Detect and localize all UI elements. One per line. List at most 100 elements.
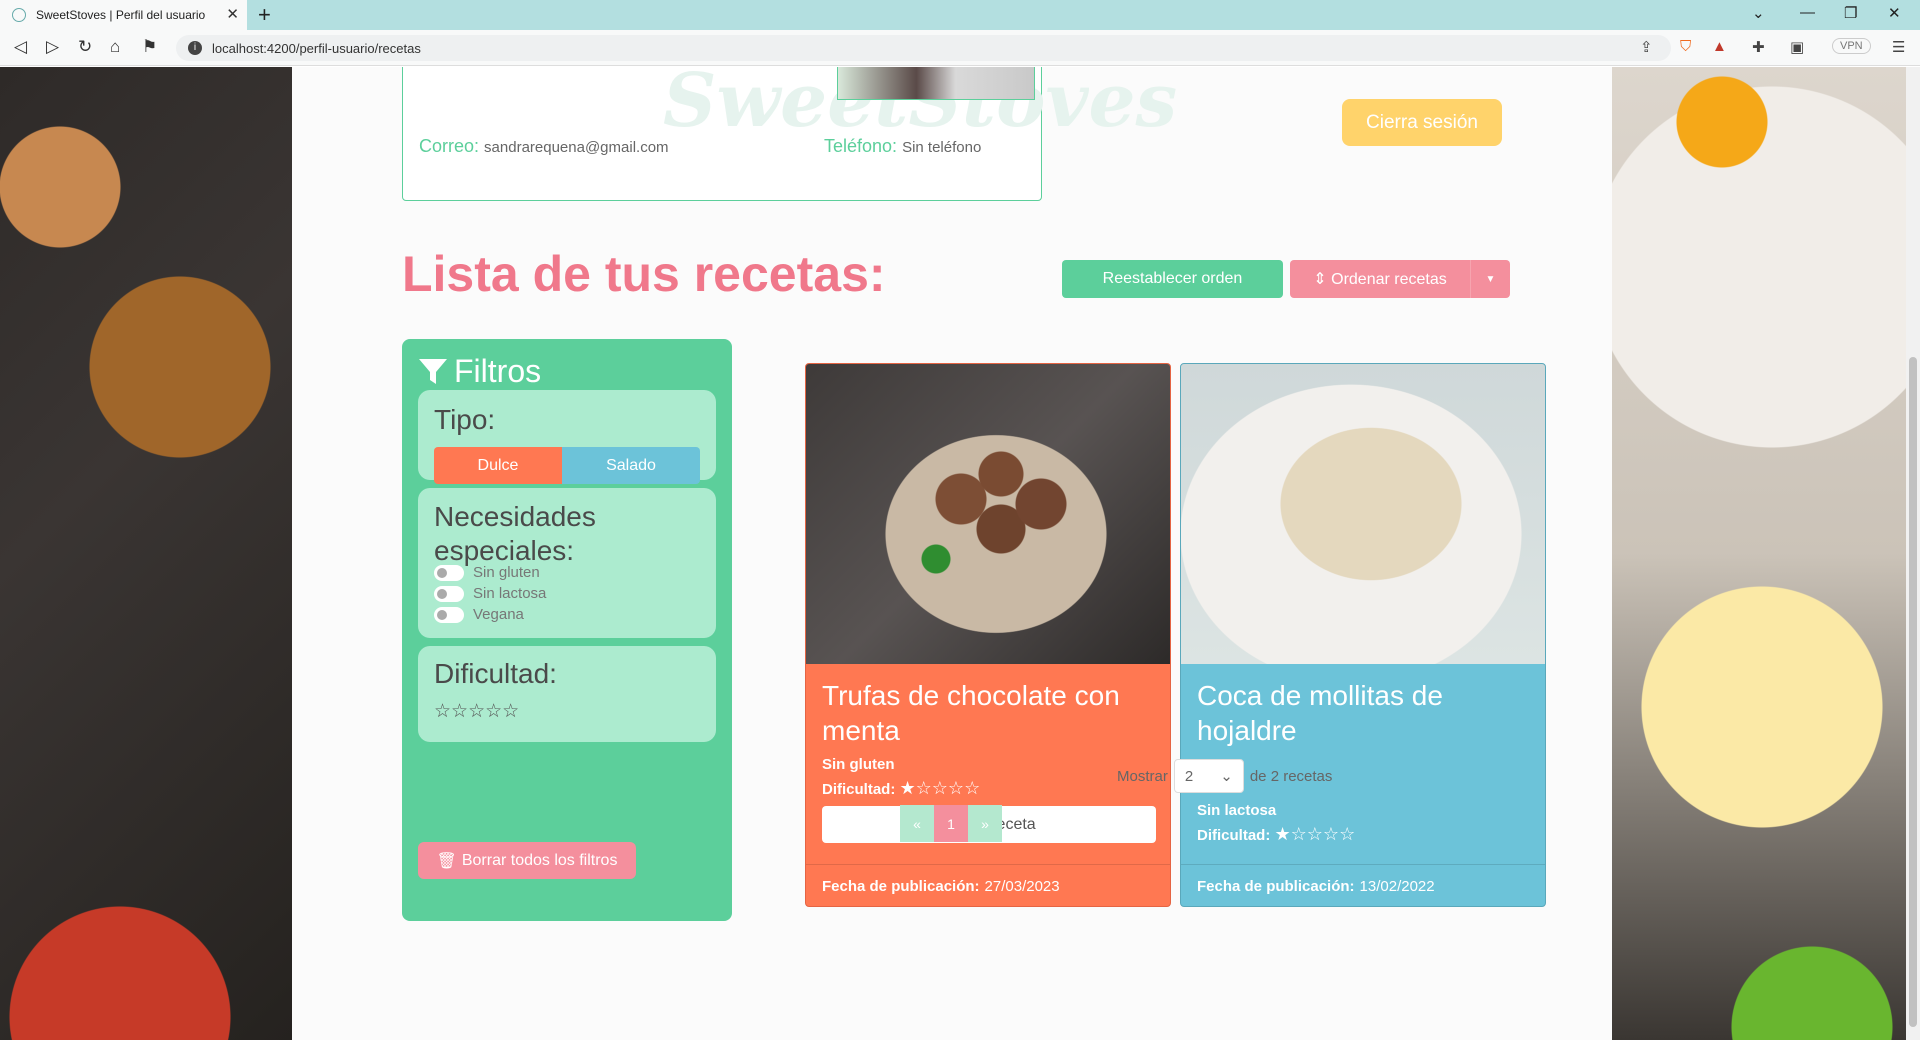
background-ingredients-right: [1612, 67, 1906, 1040]
wallet-icon[interactable]: ▣: [1790, 38, 1804, 56]
caret-down-icon[interactable]: ▼: [1471, 274, 1510, 285]
order-recipes-dropdown[interactable]: ⇕ Ordenar recetas ▼: [1290, 260, 1510, 298]
type-toggle-group: Dulce Salado: [434, 447, 700, 484]
tab-list-chevron-icon[interactable]: ⌄: [1752, 4, 1765, 22]
total-label: de 2 recetas: [1249, 767, 1333, 785]
brave-shield-icon[interactable]: ⛉: [1680, 38, 1691, 55]
difficulty-stars: ★☆☆☆☆: [899, 778, 981, 798]
minimize-icon[interactable]: —: [1800, 4, 1815, 21]
forward-icon[interactable]: ▷: [46, 37, 59, 57]
email-label: Correo:: [419, 136, 480, 156]
profile-card: SweetStoves Correo: sandrarequena@gmail.…: [402, 67, 1177, 201]
email-value: sandrarequena@gmail.com: [484, 139, 669, 156]
toggle-sin-gluten[interactable]: Sin gluten: [434, 564, 540, 581]
switch-icon[interactable]: [434, 564, 464, 581]
phone-label: Teléfono:: [824, 136, 898, 156]
recipe-image: [806, 364, 1170, 664]
date-value: 27/03/2023: [984, 878, 1060, 895]
funnel-icon: [419, 358, 447, 384]
background-ingredients-left: [0, 67, 292, 1040]
recipe-footer: Fecha de publicación: 13/02/2022: [1181, 864, 1545, 906]
home-icon[interactable]: ⌂: [110, 37, 120, 57]
bookmark-icon[interactable]: ⚑: [142, 37, 157, 57]
type-option-salado[interactable]: Salado: [562, 447, 700, 484]
type-label: Tipo:: [434, 404, 496, 435]
page-scrollbar[interactable]: [1906, 67, 1920, 1040]
site-favicon-icon: [12, 8, 26, 22]
recipe-tag: Sin gluten: [822, 756, 895, 773]
brave-rewards-icon[interactable]: ▲: [1712, 38, 1727, 55]
difficulty-label: Dificultad:: [822, 781, 896, 798]
tab-title: SweetStoves | Perfil del usuario: [36, 8, 206, 22]
share-icon[interactable]: ⇪: [1640, 38, 1653, 56]
filters-panel: Filtros Tipo: Dulce Salado Necesidades e…: [402, 339, 732, 921]
show-label: Mostrar: [1117, 767, 1168, 785]
recipe-image: [1181, 364, 1545, 664]
scrollbar-thumb[interactable]: [1909, 357, 1917, 1027]
current-page-button[interactable]: 1: [934, 805, 968, 842]
difficulty-star-rating[interactable]: ☆☆☆☆☆: [434, 700, 519, 723]
needs-filter-box: Necesidades especiales: Sin gluten Sin l…: [418, 488, 716, 638]
recipe-difficulty: Dificultad: ★☆☆☆☆: [822, 776, 980, 802]
toggle-vegana[interactable]: Vegana: [434, 606, 524, 623]
switch-icon[interactable]: [434, 585, 464, 602]
extensions-icon[interactable]: ✚: [1752, 38, 1765, 56]
difficulty-stars: ★☆☆☆☆: [1274, 824, 1356, 844]
clear-filters-label: Borrar todos los filtros: [461, 851, 618, 869]
chevron-down-icon: ⌄: [1220, 768, 1233, 785]
phone-value: Sin teléfono: [902, 139, 982, 156]
url-bar[interactable]: i localhost:4200/perfil-usuario/recetas: [176, 35, 1671, 61]
recipe-footer: Fecha de publicación: 27/03/2023: [806, 864, 1170, 906]
pagination: « 1 »: [900, 805, 1002, 842]
difficulty-label: Dificultad:: [1197, 827, 1271, 844]
filters-heading: Filtros: [418, 353, 541, 390]
browser-tabbar: SweetStoves | Perfil del usuario ✕ + ⌄ —…: [0, 0, 1920, 30]
date-label: Fecha de publicación:: [822, 878, 980, 895]
new-tab-icon[interactable]: +: [258, 2, 271, 28]
back-icon[interactable]: ◁: [14, 37, 27, 57]
logout-button[interactable]: Cierra sesión: [1342, 99, 1502, 146]
switch-icon[interactable]: [434, 606, 464, 623]
reload-icon[interactable]: ↻: [78, 37, 92, 57]
reset-order-button[interactable]: Reestablecer orden: [1062, 260, 1283, 298]
page-title: Lista de tus recetas:: [402, 246, 886, 302]
order-recipes-button[interactable]: ⇕ Ordenar recetas: [1290, 269, 1470, 289]
site-info-icon[interactable]: i: [188, 41, 202, 55]
page-viewport: SweetStoves Correo: sandrarequena@gmail.…: [0, 67, 1906, 1040]
recipe-card[interactable]: Coca de mollitas de hojaldre Sin lactosa…: [1180, 363, 1546, 907]
maximize-icon[interactable]: ❐: [1844, 4, 1857, 22]
date-label: Fecha de publicación:: [1197, 878, 1355, 895]
email-field: Correo: sandrarequena@gmail.com: [419, 136, 669, 157]
filters-title: Filtros: [454, 353, 542, 389]
page-size-select[interactable]: 2 ⌄: [1173, 759, 1244, 793]
type-option-dulce[interactable]: Dulce: [434, 447, 562, 484]
window-close-icon[interactable]: ✕: [1888, 4, 1901, 22]
next-page-button[interactable]: »: [968, 805, 1002, 842]
difficulty-filter-box: Dificultad: ☆☆☆☆☆: [418, 646, 716, 742]
toggle-sin-lactosa[interactable]: Sin lactosa: [434, 585, 546, 602]
page-size-control: Mostrar 2 ⌄ de 2 recetas: [1117, 759, 1332, 793]
recipe-tag: Sin lactosa: [1197, 802, 1277, 819]
address-toolbar: ◁ ▷ ↻ ⌂ ⚑ i localhost:4200/perfil-usuari…: [0, 30, 1920, 66]
type-filter-box: Tipo: Dulce Salado: [418, 390, 716, 484]
needs-label: Necesidades especiales:: [434, 501, 596, 566]
toggle-label: Vegana: [473, 606, 524, 623]
difficulty-label: Dificultad:: [434, 658, 557, 689]
recipe-title[interactable]: Trufas de chocolate con menta: [822, 678, 1162, 748]
recipe-difficulty: Dificultad: ★☆☆☆☆: [1197, 822, 1355, 848]
phone-field: Teléfono: Sin teléfono: [824, 136, 981, 157]
clear-filters-button[interactable]: 🗑 Borrar todos los filtros: [418, 842, 636, 879]
tab-close-icon[interactable]: ✕: [226, 5, 239, 23]
vpn-button[interactable]: VPN: [1832, 38, 1871, 54]
toggle-label: Sin lactosa: [473, 585, 547, 602]
avatar: [837, 67, 1035, 100]
recipe-title[interactable]: Coca de mollitas de hojaldre: [1197, 678, 1537, 748]
browser-tab[interactable]: SweetStoves | Perfil del usuario ✕: [0, 0, 247, 30]
prev-page-button[interactable]: «: [900, 805, 934, 842]
trash-icon: 🗑: [436, 852, 457, 870]
toggle-label: Sin gluten: [473, 564, 540, 581]
main-content: SweetStoves Correo: sandrarequena@gmail.…: [292, 67, 1612, 1040]
menu-icon[interactable]: ☰: [1892, 38, 1905, 56]
date-value: 13/02/2022: [1359, 878, 1435, 895]
url-text: localhost:4200/perfil-usuario/recetas: [212, 40, 421, 56]
